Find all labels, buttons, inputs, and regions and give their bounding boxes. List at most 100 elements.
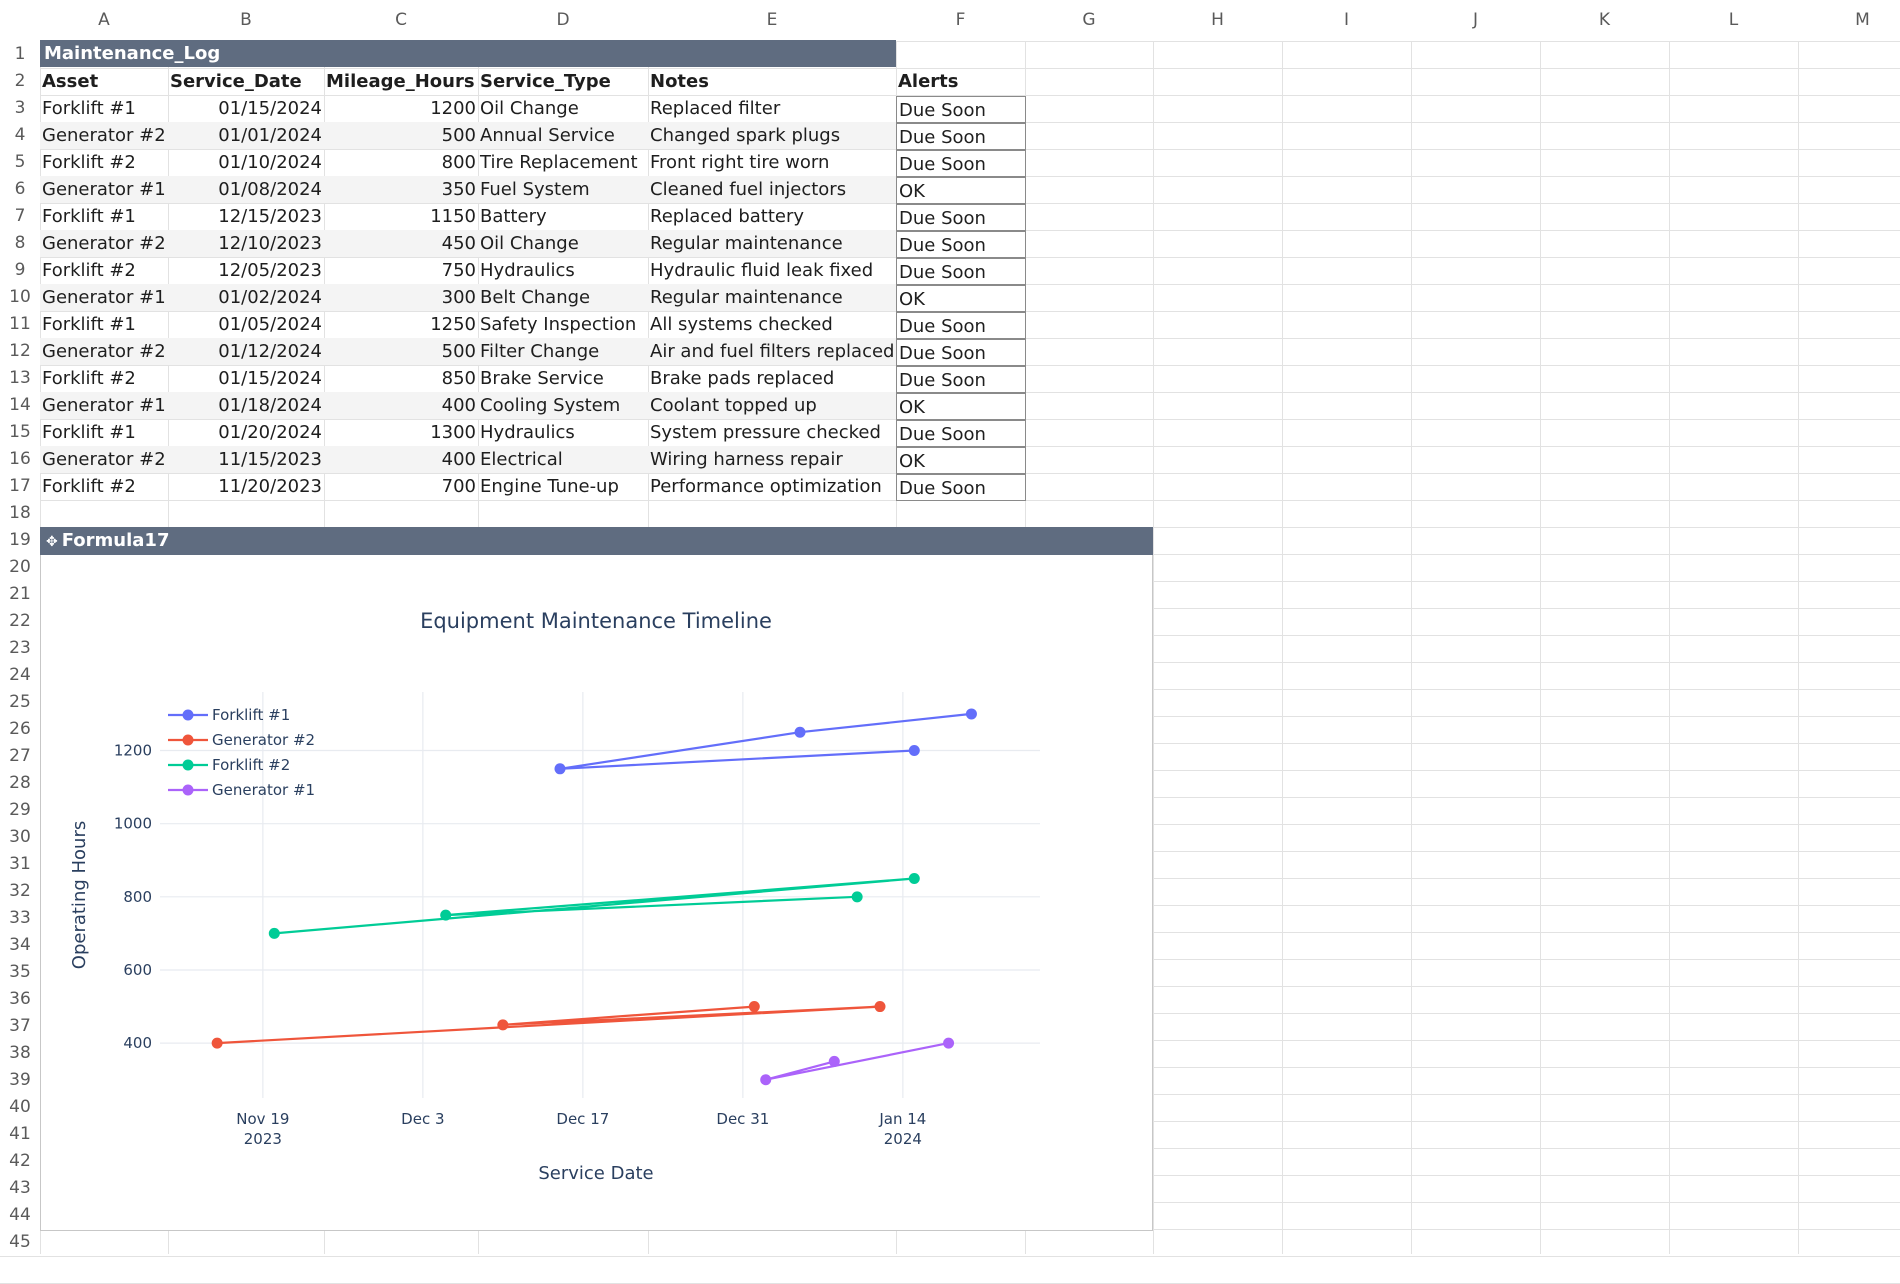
move-icon[interactable]: ✥ [46, 528, 58, 556]
alert-cell[interactable]: Due Soon [896, 258, 1026, 285]
alert-cell[interactable]: Due Soon [896, 339, 1026, 366]
table-cell[interactable]: Coolant topped up [648, 392, 896, 419]
row-header[interactable]: 41 [0, 1121, 40, 1148]
row-header[interactable]: 3 [0, 95, 40, 122]
row-header[interactable]: 31 [0, 851, 40, 878]
table-cell[interactable]: Forklift #1 [40, 311, 168, 338]
table-cell[interactable]: 01/20/2024 [168, 419, 324, 446]
table-cell[interactable]: Oil Change [478, 230, 648, 257]
table-cell[interactable]: 1150 [324, 203, 478, 230]
row-header[interactable]: 4 [0, 122, 40, 149]
table-cell[interactable]: Generator #2 [40, 230, 168, 257]
chart-widget-header[interactable]: ✥ Formula17 [40, 527, 1153, 555]
table-cell[interactable]: Forklift #1 [40, 95, 168, 122]
row-header[interactable]: 6 [0, 176, 40, 203]
table-cell[interactable]: Generator #1 [40, 392, 168, 419]
table-cell[interactable]: Hydraulic fluid leak fixed [648, 257, 896, 284]
table-cell[interactable]: 12/05/2023 [168, 257, 324, 284]
table-cell[interactable]: Forklift #1 [40, 203, 168, 230]
table-cell[interactable]: Replaced filter [648, 95, 896, 122]
table-cell[interactable]: 700 [324, 473, 478, 500]
column-header-e[interactable]: E [648, 0, 896, 41]
table-cell[interactable]: 1200 [324, 95, 478, 122]
table-header-cell[interactable]: Service_Date [168, 68, 324, 95]
row-header[interactable]: 9 [0, 257, 40, 284]
table-cell[interactable]: 11/20/2023 [168, 473, 324, 500]
row-header[interactable]: 1 [0, 41, 40, 68]
table-cell[interactable]: Brake pads replaced [648, 365, 896, 392]
table-cell[interactable]: 01/15/2024 [168, 95, 324, 122]
row-header[interactable]: 16 [0, 446, 40, 473]
table-cell[interactable]: 12/10/2023 [168, 230, 324, 257]
column-header-k[interactable]: K [1540, 0, 1669, 41]
alert-cell[interactable]: OK [896, 177, 1026, 204]
row-header[interactable]: 37 [0, 1013, 40, 1040]
row-header[interactable]: 2 [0, 68, 40, 95]
row-header[interactable]: 5 [0, 149, 40, 176]
row-header[interactable]: 7 [0, 203, 40, 230]
column-header-a[interactable]: A [40, 0, 168, 41]
table-cell[interactable]: 400 [324, 446, 478, 473]
row-header[interactable]: 18 [0, 500, 40, 527]
table-cell[interactable]: Cooling System [478, 392, 648, 419]
row-header[interactable]: 21 [0, 581, 40, 608]
table-cell[interactable]: Cleaned fuel injectors [648, 176, 896, 203]
table-cell[interactable]: 850 [324, 365, 478, 392]
row-header[interactable]: 35 [0, 959, 40, 986]
row-header[interactable]: 15 [0, 419, 40, 446]
table-cell[interactable]: 300 [324, 284, 478, 311]
table-cell[interactable]: Regular maintenance [648, 230, 896, 257]
table-cell[interactable]: Changed spark plugs [648, 122, 896, 149]
column-header-j[interactable]: J [1411, 0, 1540, 41]
table-cell[interactable]: 400 [324, 392, 478, 419]
row-header[interactable]: 34 [0, 932, 40, 959]
table-cell[interactable]: 01/10/2024 [168, 149, 324, 176]
alert-cell[interactable]: Due Soon [896, 96, 1026, 123]
table-cell[interactable]: 01/02/2024 [168, 284, 324, 311]
table-cell[interactable]: 500 [324, 122, 478, 149]
table-cell[interactable]: Forklift #2 [40, 473, 168, 500]
row-header[interactable]: 44 [0, 1202, 40, 1229]
table-cell[interactable]: Hydraulics [478, 419, 648, 446]
alert-cell[interactable]: Due Soon [896, 366, 1026, 393]
table-cell[interactable]: Safety Inspection [478, 311, 648, 338]
table-cell[interactable]: 750 [324, 257, 478, 284]
row-header[interactable]: 28 [0, 770, 40, 797]
table-cell[interactable]: Wiring harness repair [648, 446, 896, 473]
table-cell[interactable]: 500 [324, 338, 478, 365]
table-cell[interactable]: Generator #1 [40, 176, 168, 203]
table-cell[interactable]: Generator #2 [40, 338, 168, 365]
column-header-i[interactable]: I [1282, 0, 1411, 41]
table-cell[interactable]: 01/12/2024 [168, 338, 324, 365]
column-header-l[interactable]: L [1669, 0, 1798, 41]
row-header[interactable]: 22 [0, 608, 40, 635]
column-header-b[interactable]: B [168, 0, 324, 41]
row-header[interactable]: 14 [0, 392, 40, 419]
alert-cell[interactable]: Due Soon [896, 204, 1026, 231]
row-header[interactable]: 11 [0, 311, 40, 338]
table-cell[interactable]: Hydraulics [478, 257, 648, 284]
table-cell[interactable]: Filter Change [478, 338, 648, 365]
row-header[interactable]: 8 [0, 230, 40, 257]
table-cell[interactable]: Front right tire worn [648, 149, 896, 176]
table-cell[interactable]: Generator #1 [40, 284, 168, 311]
table-cell[interactable]: Forklift #2 [40, 149, 168, 176]
table-cell[interactable]: Annual Service [478, 122, 648, 149]
alert-cell[interactable]: OK [896, 285, 1026, 312]
spreadsheet[interactable]: ABCDEFGHIJKLM 1 2 3 4 5 6 7 8 9 10 11 12 13 14 15 16 17 1… [0, 0, 1900, 1284]
table-cell[interactable]: 11/15/2023 [168, 446, 324, 473]
alert-cell[interactable]: Due Soon [896, 150, 1026, 177]
table-cell[interactable]: 450 [324, 230, 478, 257]
row-header[interactable]: 19 [0, 527, 40, 554]
table-header-cell[interactable]: Asset [40, 68, 168, 95]
table-cell[interactable]: Performance optimization [648, 473, 896, 500]
row-header[interactable]: 45 [0, 1229, 40, 1256]
table-cell[interactable]: Electrical [478, 446, 648, 473]
row-header[interactable]: 10 [0, 284, 40, 311]
table-cell[interactable]: Air and fuel filters replaced [648, 338, 896, 365]
row-header[interactable]: 13 [0, 365, 40, 392]
column-header-f[interactable]: F [896, 0, 1025, 41]
table-cell[interactable]: Generator #2 [40, 122, 168, 149]
table-cell[interactable]: Tire Replacement [478, 149, 648, 176]
alert-cell[interactable]: Due Soon [896, 123, 1026, 150]
